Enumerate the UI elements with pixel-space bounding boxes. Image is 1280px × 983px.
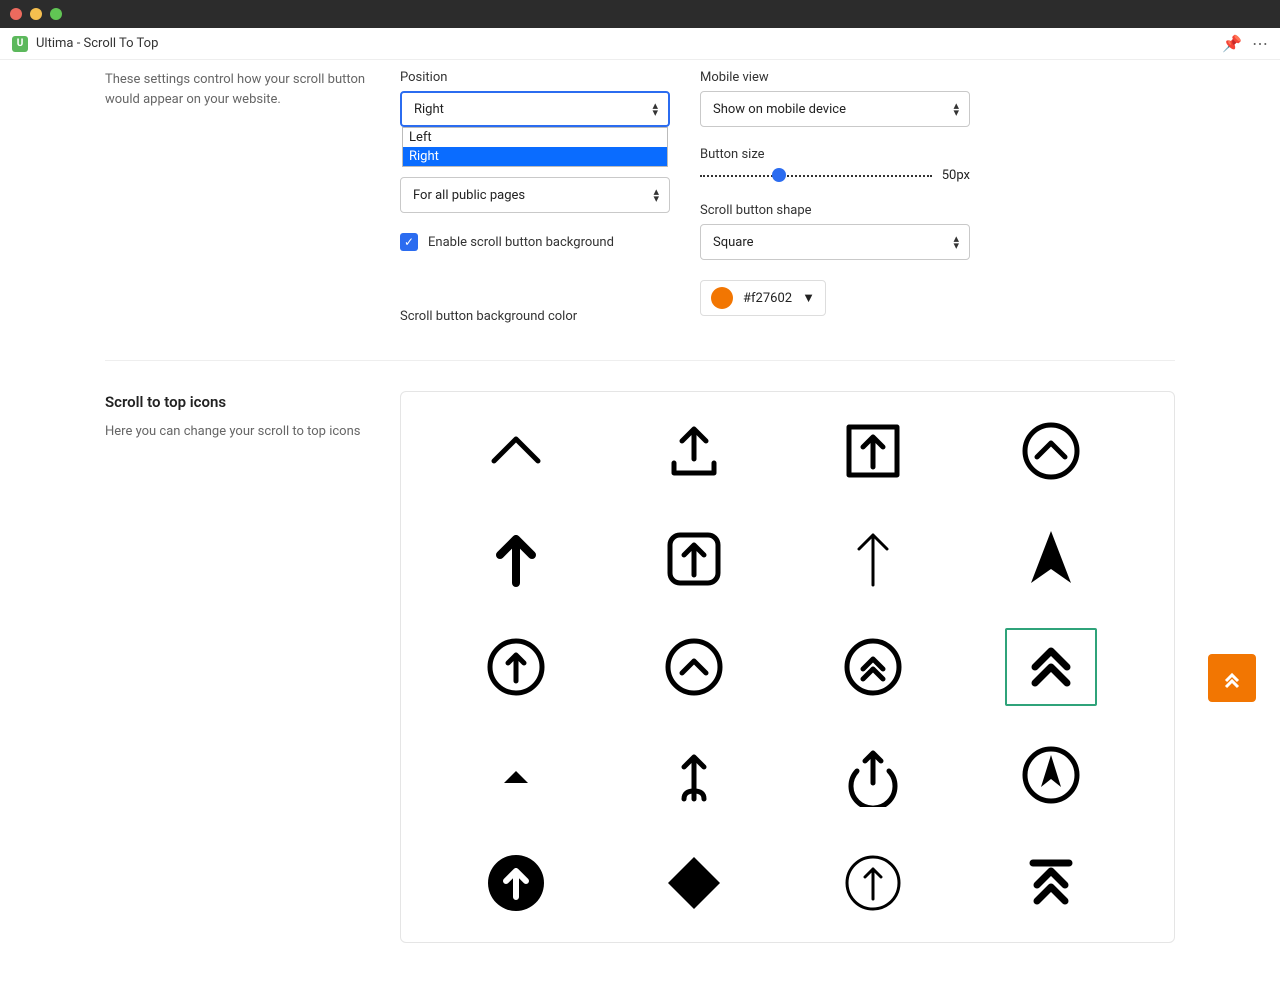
icons-section-title: Scroll to top icons — [105, 391, 370, 414]
icon-option-double-chevron[interactable] — [1005, 628, 1097, 706]
macos-titlebar — [0, 0, 1280, 28]
icons-panel — [400, 391, 1175, 943]
button-size-label: Button size — [700, 147, 970, 162]
icon-option-boxed-arrow-up[interactable] — [827, 412, 919, 490]
select-caret-icon: ▴▾ — [953, 235, 959, 249]
section-divider — [105, 360, 1175, 361]
bg-color-label: Scroll button background color — [400, 309, 670, 324]
app-icon: U — [12, 36, 28, 52]
icon-option-compass-up[interactable] — [1005, 736, 1097, 814]
icon-option-solid-circle-arrow[interactable] — [470, 844, 562, 922]
icon-option-circle-arrow-up[interactable] — [470, 628, 562, 706]
position-dropdown: Left Right — [402, 127, 668, 167]
pages-select[interactable]: For all public pages ▴▾ — [400, 177, 670, 213]
icon-option-circle-chevron-up[interactable] — [1005, 412, 1097, 490]
icon-option-upload-tray[interactable] — [648, 412, 740, 490]
color-picker[interactable]: #f27602 ▼ — [700, 280, 826, 316]
scroll-to-top-fab[interactable] — [1208, 654, 1256, 702]
enable-bg-label: Enable scroll button background — [428, 235, 614, 250]
position-select[interactable]: Right ▴▾ Left Right — [400, 91, 670, 127]
close-window-button[interactable] — [10, 8, 22, 20]
minimize-window-button[interactable] — [30, 8, 42, 20]
enable-bg-checkbox[interactable]: ✓ — [400, 233, 418, 251]
icon-option-circle-chevron-up-2[interactable] — [648, 628, 740, 706]
color-swatch — [711, 287, 733, 309]
mobile-view-value: Show on mobile device — [713, 102, 846, 117]
icon-option-chevron-up[interactable] — [470, 412, 562, 490]
position-label: Position — [400, 70, 670, 85]
position-option-left[interactable]: Left — [403, 128, 667, 147]
dropdown-caret-icon: ▼ — [802, 290, 815, 306]
app-tab[interactable]: U Ultima - Scroll To Top — [12, 36, 158, 52]
icons-section-desc: Here you can change your scroll to top i… — [105, 422, 370, 442]
icon-option-power-arrow-up[interactable] — [827, 736, 919, 814]
shape-label: Scroll button shape — [700, 203, 970, 218]
more-icon[interactable]: ⋯ — [1252, 34, 1268, 53]
app-tabbar: U Ultima - Scroll To Top 📌 ⋯ — [0, 28, 1280, 60]
shape-value: Square — [713, 235, 754, 250]
icon-option-arrow-up-thick[interactable] — [470, 520, 562, 598]
button-size-slider[interactable] — [700, 173, 932, 179]
icon-option-nav-arrow-up[interactable] — [1005, 520, 1097, 598]
icon-option-solid-diamond[interactable] — [648, 844, 740, 922]
pin-icon[interactable]: 📌 — [1222, 34, 1242, 53]
shape-select[interactable]: Square ▴▾ — [700, 224, 970, 260]
icon-option-curved-arrow-up[interactable] — [648, 736, 740, 814]
mobile-view-select[interactable]: Show on mobile device ▴▾ — [700, 91, 970, 127]
mobile-view-label: Mobile view — [700, 70, 970, 85]
icon-option-bar-double-chevron[interactable] — [1005, 844, 1097, 922]
select-caret-icon: ▴▾ — [653, 188, 659, 202]
pages-value: For all public pages — [413, 188, 525, 203]
icon-option-small-triangle-up[interactable] — [470, 736, 562, 814]
icon-option-arrow-up-thin[interactable] — [827, 520, 919, 598]
app-title: Ultima - Scroll To Top — [36, 36, 158, 51]
position-value: Right — [414, 102, 444, 117]
color-hex: #f27602 — [743, 291, 792, 306]
position-option-right[interactable]: Right — [403, 147, 667, 166]
button-size-value: 50px — [942, 168, 970, 183]
traffic-lights — [10, 8, 62, 20]
select-caret-icon: ▴▾ — [953, 102, 959, 116]
icon-option-double-chevron-circle[interactable] — [827, 628, 919, 706]
icon-option-outline-circle-arrow[interactable] — [827, 844, 919, 922]
fullscreen-window-button[interactable] — [50, 8, 62, 20]
icon-option-rounded-arrow-up[interactable] — [648, 520, 740, 598]
settings-description: These settings control how your scroll b… — [105, 70, 370, 109]
select-caret-icon: ▴▾ — [652, 102, 658, 116]
